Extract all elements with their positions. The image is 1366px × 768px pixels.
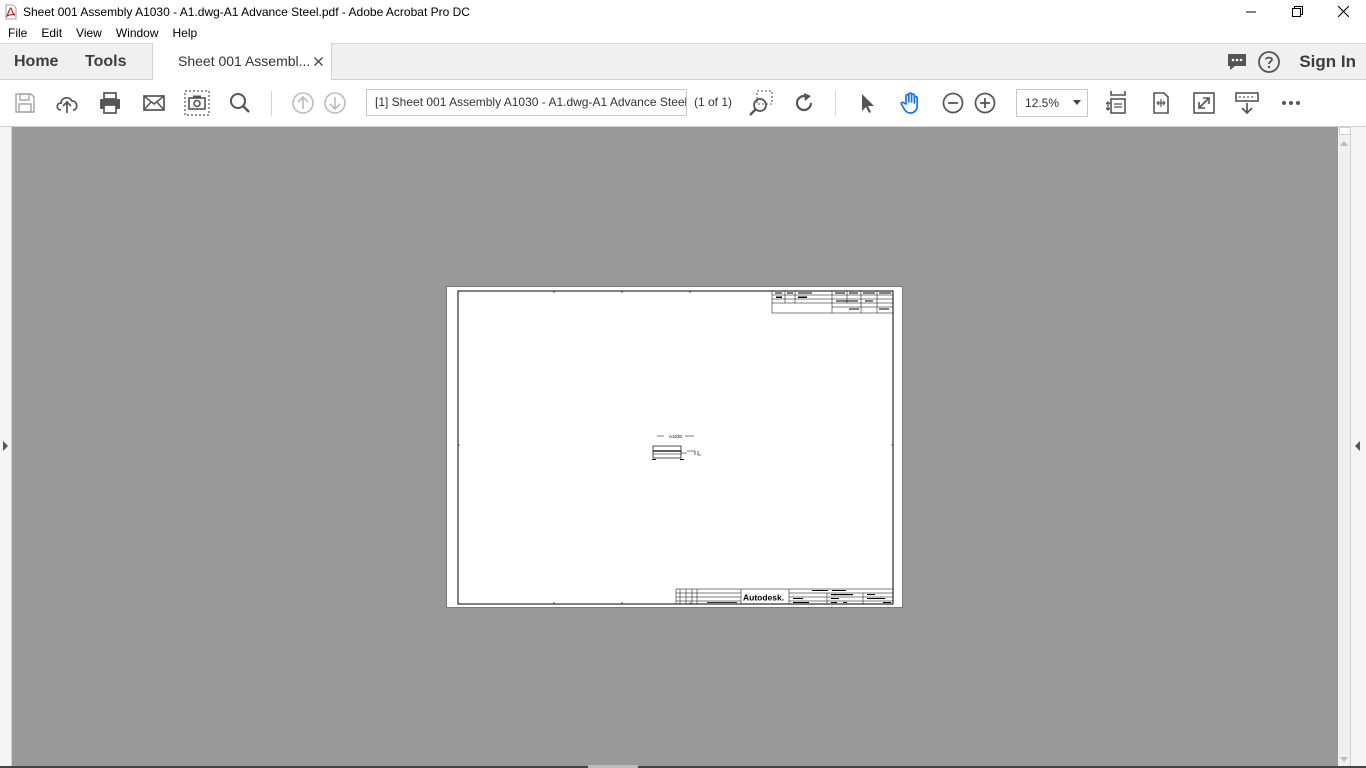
zoom-in-icon [974, 92, 996, 114]
right-panel-toggle[interactable] [1350, 127, 1366, 768]
vertical-scrollbar[interactable] [1338, 127, 1355, 768]
zoom-in-button[interactable] [972, 90, 998, 116]
tab-tools[interactable]: Tools [85, 44, 126, 80]
title-bar: Sheet 001 Assembly A1030 - A1.dwg-A1 Adv… [0, 0, 1366, 23]
close-icon [1337, 6, 1349, 17]
arrow-down-circle-icon [324, 92, 346, 114]
printer-icon [100, 92, 120, 114]
cloud-upload-icon [56, 97, 78, 113]
menu-window[interactable]: Window [109, 23, 166, 43]
comment-button[interactable] [1225, 50, 1249, 74]
select-tool-button[interactable] [854, 90, 880, 116]
fit-page-button[interactable] [1148, 90, 1174, 116]
zoom-value: 12.5% [1025, 96, 1060, 110]
more-icon [1282, 101, 1300, 105]
full-screen-icon [1193, 92, 1215, 114]
close-button[interactable] [1320, 0, 1366, 23]
assembly-mark-label: A1030 [669, 434, 683, 439]
scroll-up-icon[interactable] [1340, 141, 1348, 146]
fit-page-icon [1153, 92, 1169, 114]
search-icon [230, 93, 250, 113]
tab-home[interactable]: Home [14, 44, 58, 80]
scroll-mode-icon [1106, 91, 1126, 114]
read-mode-button[interactable] [1234, 90, 1260, 116]
upload-button[interactable] [54, 90, 80, 116]
full-screen-button[interactable] [1191, 90, 1217, 116]
menu-edit[interactable]: Edit [34, 23, 69, 43]
menu-help[interactable]: Help [166, 23, 205, 43]
scroll-down-icon[interactable] [1340, 757, 1348, 762]
save-button[interactable] [12, 90, 38, 116]
left-panel-toggle[interactable] [0, 127, 12, 768]
arrow-up-circle-icon [292, 92, 314, 114]
hand-icon [900, 92, 919, 114]
window-title: Sheet 001 Assembly A1030 - A1.dwg-A1 Adv… [23, 4, 470, 19]
toolbar: [1] Sheet 001 Assembly A1030 - A1.dwg-A1… [0, 80, 1366, 127]
drawing-sheet: A1030 Autodesk. [457, 290, 894, 605]
zoom-out-icon [942, 92, 964, 114]
revision-table [771, 290, 894, 314]
rotate-button[interactable] [791, 90, 817, 116]
email-button[interactable] [141, 90, 167, 116]
close-tab-button[interactable] [311, 54, 325, 68]
menu-bar: File Edit View Window Help [0, 23, 1366, 43]
restore-button[interactable] [1274, 0, 1320, 23]
zoom-out-button[interactable] [940, 90, 966, 116]
expand-right-icon [1355, 441, 1360, 451]
toolbar-separator [835, 91, 836, 116]
sign-in-button[interactable]: Sign In [1299, 52, 1356, 72]
page-count: (1 of 1) [694, 95, 733, 109]
title-block [675, 588, 894, 605]
toolbar-separator [271, 91, 272, 116]
camera-icon [184, 90, 210, 116]
document-area[interactable]: A1030 Autodesk. [0, 127, 1366, 768]
previous-page-button[interactable] [290, 90, 316, 116]
scrolling-mode-button[interactable] [1105, 90, 1131, 116]
more-tools-button[interactable] [1278, 90, 1304, 116]
snapshot-button[interactable] [184, 90, 210, 116]
tab-document[interactable]: Sheet 001 Assembl... [152, 43, 332, 81]
chevron-down-icon [1073, 100, 1081, 105]
menu-file[interactable]: File [1, 23, 34, 43]
tab-bar: Home Tools Sheet 001 Assembl... Sign In [0, 43, 1366, 81]
restore-icon [1291, 6, 1303, 17]
page-name-field[interactable]: [1] Sheet 001 Assembly A1030 - A1.dwg-A1… [366, 89, 687, 116]
comment-icon [1228, 54, 1247, 70]
close-icon [313, 56, 323, 66]
help-button[interactable] [1257, 50, 1281, 74]
read-mode-icon [1235, 92, 1259, 115]
help-icon [1258, 51, 1281, 73]
minimize-button[interactable] [1228, 0, 1274, 23]
marquee-zoom-button[interactable] [748, 90, 774, 116]
autodesk-logo: Autodesk. [743, 593, 784, 603]
search-button[interactable] [227, 90, 253, 116]
assembly-drawing: A1030 [652, 434, 701, 460]
minimize-icon [1246, 11, 1256, 12]
menu-view[interactable]: View [69, 23, 109, 43]
envelope-icon [143, 95, 165, 111]
next-page-button[interactable] [322, 90, 348, 116]
cursor-arrow-icon [862, 94, 874, 113]
pdf-icon [3, 4, 19, 20]
save-icon [15, 93, 35, 113]
pdf-page[interactable]: A1030 Autodesk. [446, 286, 903, 608]
marquee-zoom-icon [749, 90, 773, 116]
print-button[interactable] [97, 90, 123, 116]
rotate-icon [795, 93, 813, 112]
expand-left-icon [3, 441, 8, 451]
hand-tool-button[interactable] [897, 90, 923, 116]
zoom-select[interactable]: 12.5% [1016, 89, 1088, 117]
document-tab-label: Sheet 001 Assembl... [178, 53, 311, 69]
